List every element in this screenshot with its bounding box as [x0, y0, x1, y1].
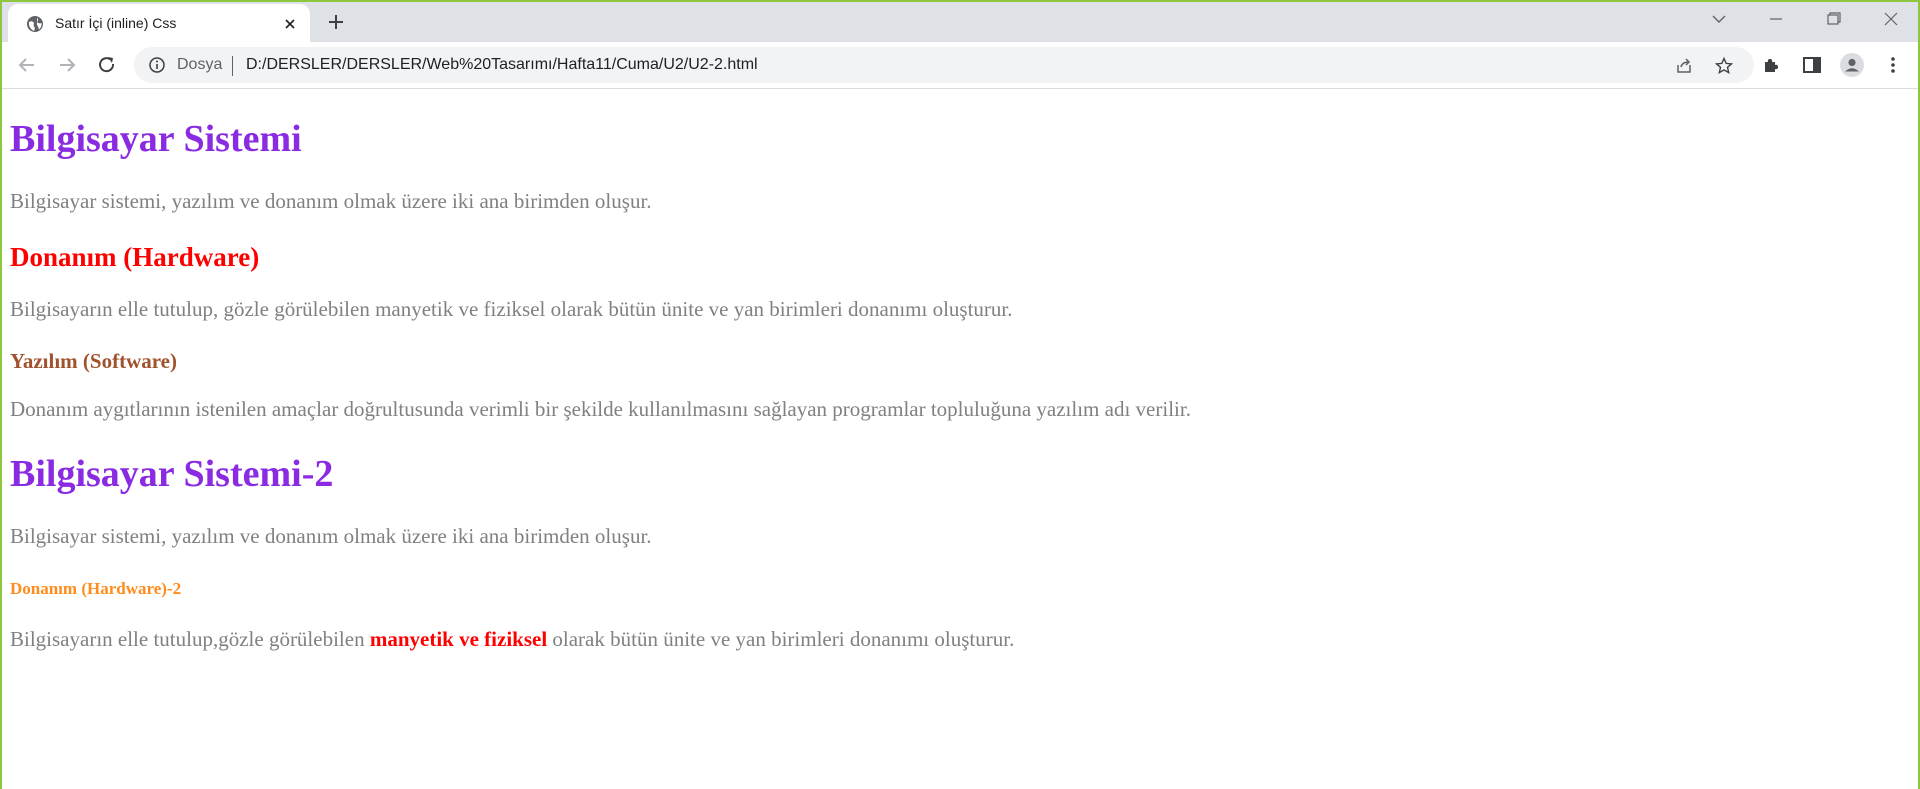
more-menu-icon[interactable]	[1881, 53, 1905, 77]
bookmark-star-icon[interactable]	[1714, 56, 1734, 76]
info-icon[interactable]	[148, 56, 166, 74]
address-bar[interactable]: Dosya D:/DERSLER/DERSLER/Web%20Tasarımı/…	[134, 47, 1754, 83]
share-icon[interactable]	[1674, 56, 1694, 76]
active-tab[interactable]: Satır İçi (inline) Css	[8, 4, 310, 42]
omnibox-divider	[232, 56, 233, 76]
globe-icon	[27, 16, 43, 32]
tab-strip: Satır İçi (inline) Css	[0, 0, 1920, 42]
paragraph-hardware-2-start: Bilgisayarın elle tutulup,gözle görülebi…	[10, 627, 370, 651]
reload-icon[interactable]	[94, 52, 120, 78]
paragraph-hardware-2: Bilgisayarın elle tutulup,gözle görülebi…	[10, 627, 1014, 652]
close-tab-icon[interactable]	[280, 14, 300, 34]
browser-toolbar: Dosya D:/DERSLER/DERSLER/Web%20Tasarımı/…	[0, 42, 1920, 89]
highlight-manyetik-fiziksel: manyetik ve fiziksel	[369, 627, 548, 651]
heading-donanim: Donanım (Hardware)	[10, 242, 260, 272]
heading-bilgisayar-sistemi: Bilgisayar Sistemi	[10, 118, 302, 160]
minimize-icon[interactable]	[1761, 6, 1791, 32]
paragraph-hardware: Bilgisayarın elle tutulup, gözle görüleb…	[10, 297, 1013, 321]
paragraph-system-intro-2: Bilgisayar sistemi, yazılım ve donanım o…	[10, 524, 652, 548]
heading-donanim-2: Donanım (Hardware)-2	[10, 579, 182, 598]
profile-avatar-icon[interactable]	[1840, 53, 1864, 77]
tab-title: Satır İçi (inline) Css	[55, 15, 177, 31]
side-panel-icon[interactable]	[1800, 53, 1824, 77]
paragraph-hardware-2-end: olarak bütün ünite ve yan birimleri dona…	[547, 627, 1015, 651]
forward-arrow-icon[interactable]	[54, 52, 80, 78]
url-text[interactable]: D:/DERSLER/DERSLER/Web%20Tasarımı/Hafta1…	[246, 56, 758, 74]
heading-bilgisayar-sistemi-2: Bilgisayar Sistemi-2	[10, 453, 334, 495]
back-arrow-icon[interactable]	[14, 52, 40, 78]
security-chip-label[interactable]: Dosya	[177, 56, 222, 74]
paragraph-system-intro: Bilgisayar sistemi, yazılım ve donanım o…	[10, 189, 652, 213]
restore-icon[interactable]	[1818, 6, 1848, 32]
tab-search-icon[interactable]	[1704, 6, 1734, 32]
heading-yazilim: Yazılım (Software)	[10, 349, 177, 373]
close-window-icon[interactable]	[1876, 6, 1906, 32]
extensions-puzzle-icon[interactable]	[1760, 53, 1784, 77]
paragraph-software: Donanım aygıtlarının istenilen amaçlar d…	[10, 397, 1191, 421]
new-tab-icon[interactable]	[323, 9, 349, 35]
